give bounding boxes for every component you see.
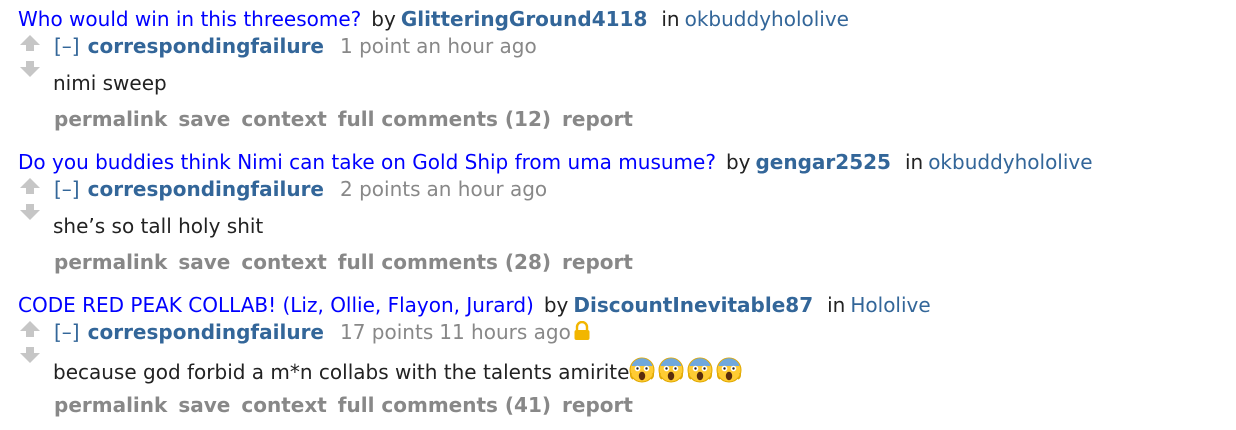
down-arrow-icon[interactable] [18,346,42,364]
full-comments-button[interactable]: full comments (12) [338,107,551,131]
save-button[interactable]: save [178,250,230,274]
comment-tagline: [–] correspondingfailure 2 points an hour a… [54,178,547,200]
comment-author-link[interactable]: correspondingfailure [88,177,324,201]
post-title-link[interactable]: CODE RED PEAK COLLAB! (Liz, Ollie, Flayo… [18,293,534,317]
comment-score: 2 points [340,177,421,201]
screaming-face-emoji [629,357,655,388]
in-label: in [661,7,680,31]
post-title-line: CODE RED PEAK COLLAB! (Liz, Ollie, Flayo… [18,294,931,316]
post-title-line: Do you buddies think Nimi can take on Go… [18,151,1093,173]
in-label: in [904,150,924,174]
up-arrow-icon[interactable] [18,34,42,52]
comment-score: 17 points [340,320,434,344]
in-label: in [827,293,846,317]
by-label: by [371,7,396,31]
by-label: by [543,293,569,317]
permalink-button[interactable]: permalink [54,107,167,131]
post-title-link[interactable]: Do you buddies think Nimi can take on Go… [18,150,716,174]
post-author-link[interactable]: GlitteringGround4118 [401,7,648,31]
comment-action-buttons: permalink save context full comments (41) re… [54,394,644,416]
by-label: by [725,150,751,174]
post-author-link[interactable]: gengar2525 [755,150,890,174]
up-arrow-icon[interactable] [18,320,42,338]
context-button[interactable]: context [241,250,326,274]
comment-entry: Who would win in this threesome? by Glitte… [0,0,1236,143]
collapse-toggle[interactable]: [–] [54,34,80,58]
comment-body: she’s so tall holy shit [53,214,263,238]
full-comments-button[interactable]: full comments (41) [338,393,551,417]
context-button[interactable]: context [241,107,326,131]
post-title-line: Who would win in this threesome? by Glitte… [18,8,849,30]
permalink-button[interactable]: permalink [54,393,167,417]
comment-text: nimi sweep [53,71,167,95]
comment-entry: Do you buddies think Nimi can take on Go… [0,143,1236,286]
permalink-button[interactable]: permalink [54,250,167,274]
comment-action-buttons: permalink save context full comments (28) re… [54,251,644,273]
subreddit-link[interactable]: okbuddyhololive [928,150,1092,174]
comment-age: an hour ago [426,177,548,201]
post-author-link[interactable]: DiscountInevitable87 [573,293,813,317]
save-button[interactable]: save [178,107,230,131]
subreddit-link[interactable]: Hololive [850,293,930,317]
report-button[interactable]: report [562,250,633,274]
comment-tagline: [–] correspondingfailure 17 points 11 hours… [54,320,591,345]
subreddit-link[interactable]: okbuddyhololive [685,7,849,31]
comment-author-link[interactable]: correspondingfailure [88,34,324,58]
post-title-link[interactable]: Who would win in this threesome? [18,7,361,31]
report-button[interactable]: report [562,107,633,131]
lock-icon [573,320,591,345]
screaming-face-emoji [687,357,713,388]
full-comments-button[interactable]: full comments (28) [338,250,551,274]
context-button[interactable]: context [241,393,326,417]
comment-action-buttons: permalink save context full comments (12) re… [54,108,644,130]
comment-text: she’s so tall holy shit [53,214,264,238]
down-arrow-icon[interactable] [18,60,42,78]
down-arrow-icon[interactable] [18,203,42,221]
screaming-face-emoji [658,357,684,388]
comment-body: nimi sweep [53,71,167,95]
comment-age: 11 hours ago [439,320,571,344]
comment-author-link[interactable]: correspondingfailure [88,320,324,344]
up-arrow-icon[interactable] [18,177,42,195]
comment-entry: CODE RED PEAK COLLAB! (Liz, Ollie, Flayo… [0,286,1236,429]
comment-tagline: [–] correspondingfailure 1 point an hour ag… [54,35,537,57]
screaming-face-emoji [716,357,742,388]
comment-score: 1 point [340,34,411,58]
comment-text: because god forbid a m*n collabs with th… [53,360,630,384]
collapse-toggle[interactable]: [–] [54,320,80,344]
comment-age: an hour ago [416,34,537,58]
comment-body: because god forbid a m*n collabs with th… [53,357,745,388]
collapse-toggle[interactable]: [–] [54,177,80,201]
save-button[interactable]: save [178,393,230,417]
report-button[interactable]: report [562,393,633,417]
